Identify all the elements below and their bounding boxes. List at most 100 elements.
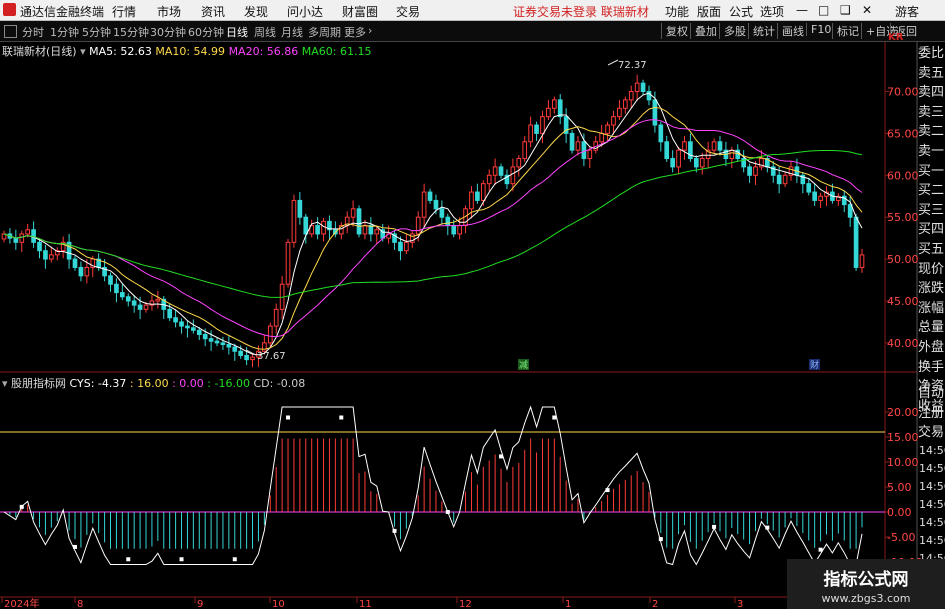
candle [84, 266, 90, 277]
tab-15min[interactable]: 15分钟 [113, 24, 149, 40]
candle [735, 149, 741, 160]
x-axis: 2024年 8 9 10 11 12 1 2 3 [1, 597, 743, 609]
cys-value: CYS: -4.37 [69, 377, 127, 390]
quote-label-outer[interactable]: 外盘 [918, 338, 945, 358]
event-marker-reduce[interactable] [518, 359, 529, 370]
candle [776, 174, 782, 185]
quote-label-buy4[interactable]: 买四 [918, 220, 945, 240]
tab-60min[interactable]: 60分钟 [188, 24, 224, 40]
low-pointer [245, 349, 257, 356]
candle [315, 225, 320, 235]
signal-dot [712, 524, 717, 529]
statistics-button[interactable]: 统计 [748, 23, 775, 39]
indicator-toggle-icon[interactable]: ▾ [2, 377, 8, 390]
signal-dot [73, 544, 78, 549]
f10-button[interactable]: F10 [806, 23, 831, 36]
minimize-icon[interactable]: — [796, 3, 808, 17]
maximize-icon[interactable]: □ [818, 3, 829, 17]
candle [451, 225, 457, 235]
menu-wealth[interactable]: 财富圈 [342, 3, 378, 20]
tab-1min[interactable]: 1分钟 [50, 24, 79, 40]
candle [498, 166, 504, 176]
tab-monthly[interactable]: 月线 [281, 24, 303, 40]
tab-daily[interactable]: 日线 [226, 24, 248, 40]
menu-quotes[interactable]: 行情 [112, 3, 136, 20]
tab-multi-period[interactable]: 多周期 [308, 24, 341, 40]
draw-line-button[interactable]: 画线 [777, 23, 804, 39]
menu-ask[interactable]: 问小达 [287, 3, 323, 20]
restore-icon[interactable]: ❑ [840, 3, 851, 17]
quote-label-sell1[interactable]: 卖一 [918, 142, 945, 162]
candle [96, 258, 102, 268]
quote-label-change-pct[interactable]: 涨幅 [918, 299, 945, 319]
candle [238, 350, 244, 356]
candle [321, 220, 326, 235]
candle [841, 195, 847, 206]
candle [682, 141, 687, 151]
high-pointer [607, 59, 619, 66]
candle [812, 191, 817, 201]
menu-options[interactable]: 选项 [760, 3, 784, 20]
tab-more[interactable]: 更多 [344, 24, 366, 40]
trade-time-list: 14:56 14:56 14:56 14:56 14:56 14:56 14:5… [919, 444, 945, 570]
tab-30min[interactable]: 30分钟 [150, 24, 186, 40]
watermark-title: 指标公式网 [823, 570, 909, 590]
quote-label-buy3[interactable]: 买三 [918, 201, 945, 221]
tab-weekly[interactable]: 周线 [254, 24, 276, 40]
quote-label-volume[interactable]: 总量 [918, 318, 945, 338]
quote-label-change[interactable]: 涨跌 [918, 279, 945, 299]
candle [386, 233, 391, 239]
candle [664, 141, 670, 160]
login-notice[interactable]: 证券交易未登录 联瑞新材 [513, 3, 649, 20]
quote-label-buy2[interactable]: 买二 [918, 181, 945, 201]
ma60-value: MA60: 61.15 [301, 45, 372, 58]
menu-function[interactable]: 功能 [665, 3, 689, 20]
signal-dot [658, 537, 663, 542]
trade-button[interactable]: 交易 [918, 423, 945, 443]
menu-market[interactable]: 市场 [157, 3, 181, 20]
menu-layout[interactable]: 版面 [697, 3, 721, 20]
panel-toggle-icon[interactable] [4, 25, 17, 38]
kline-chart[interactable]: 70.0065.0060.0055.0050.0045.0040.00 20.0… [0, 0, 945, 609]
multi-stock-button[interactable]: 多股 [719, 23, 746, 39]
auto-button[interactable]: 自动 [918, 384, 945, 404]
register-button[interactable]: 注册 [918, 404, 945, 424]
quote-label-sell5[interactable]: 卖五 [918, 64, 945, 84]
candle [617, 107, 622, 118]
trade-time: 14:56 [919, 444, 945, 457]
legend-toggle-icon[interactable]: ▾ [80, 45, 86, 58]
candle [256, 350, 261, 358]
candle [504, 174, 510, 185]
quote-label-sell3[interactable]: 卖三 [918, 103, 945, 123]
menu-discover[interactable]: 发现 [244, 3, 268, 20]
tab-intraday[interactable]: 分时 [22, 24, 44, 40]
event-marker-finance[interactable] [809, 359, 820, 370]
mark-button[interactable]: 标记 [832, 23, 859, 39]
quote-label-price[interactable]: 现价 [918, 260, 945, 280]
candle [232, 346, 238, 352]
menu-news[interactable]: 资讯 [201, 3, 225, 20]
close-icon[interactable]: ✕ [862, 3, 872, 17]
candle [800, 174, 806, 185]
candle [120, 292, 125, 298]
overlay-button[interactable]: 叠加 [690, 23, 717, 39]
quote-label-weibi[interactable]: 委比 [918, 44, 945, 64]
quote-label-sell4[interactable]: 卖四 [918, 83, 945, 103]
quote-label-buy5[interactable]: 买五 [918, 240, 945, 260]
candle [309, 225, 315, 235]
candle [7, 233, 13, 239]
back-button[interactable]: 返回 [890, 23, 917, 39]
menu-formula[interactable]: 公式 [729, 3, 753, 20]
quote-label-turnover[interactable]: 换手 [918, 358, 945, 378]
menu-trade[interactable]: 交易 [396, 3, 420, 20]
guest-label[interactable]: 游客 [895, 3, 919, 20]
tab-5min[interactable]: 5分钟 [82, 24, 111, 40]
quote-label-sell2[interactable]: 卖二 [918, 122, 945, 142]
more-chevron-icon[interactable]: › [368, 24, 372, 37]
app-logo-icon [3, 3, 16, 16]
candle [475, 191, 480, 201]
quote-label-buy1[interactable]: 买一 [918, 162, 945, 182]
candle [782, 174, 788, 185]
restore-rights-button[interactable]: 复权 [661, 23, 688, 39]
candle [90, 258, 96, 268]
